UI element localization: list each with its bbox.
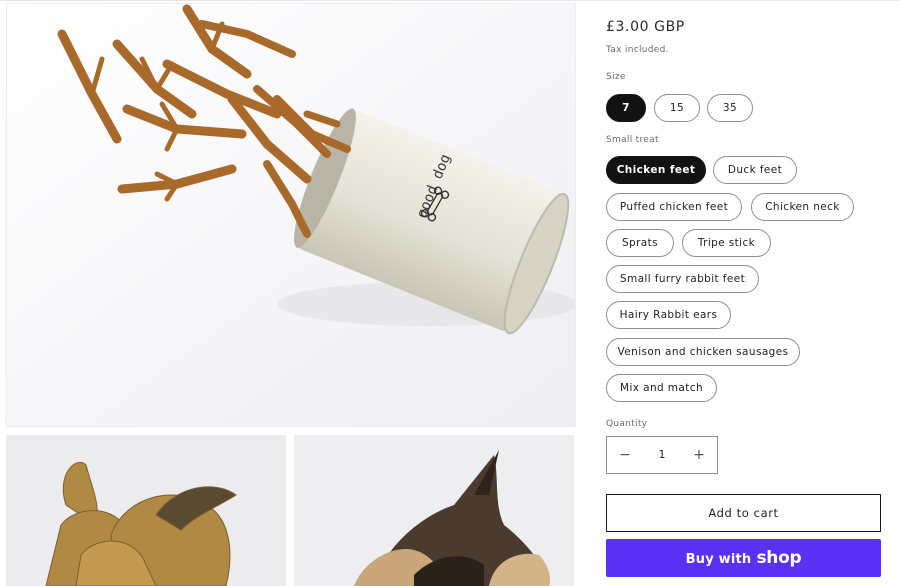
minus-icon[interactable]: − — [607, 437, 643, 473]
product-image-hairy-treat[interactable] — [294, 435, 574, 586]
treat-option-mix-and-match[interactable]: Mix and match — [606, 374, 717, 402]
product-price: £3.00 GBP — [606, 19, 685, 35]
size-option-15[interactable]: 15 — [654, 94, 700, 122]
treat-option-chicken-neck[interactable]: Chicken neck — [751, 193, 854, 221]
treat-option-chicken-feet[interactable]: Chicken feet — [606, 156, 706, 184]
product-image-rabbit-ears[interactable] — [6, 435, 286, 586]
treat-option-puffed-chicken-feet[interactable]: Puffed chicken feet — [606, 193, 742, 221]
treat-option-hairy-rabbit-ears[interactable]: Hairy Rabbit ears — [606, 301, 731, 329]
treat-option-small-furry-rabbit-feet[interactable]: Small furry rabbit feet — [606, 265, 759, 293]
top-divider — [0, 0, 900, 1]
treat-option-tripe-stick[interactable]: Tripe stick — [682, 229, 771, 257]
size-label: Size — [606, 72, 626, 82]
treat-option-sprats[interactable]: Sprats — [606, 229, 674, 257]
product-photo-can: good dog — [7, 4, 575, 426]
add-to-cart-button[interactable]: Add to cart — [606, 494, 881, 532]
small-treat-label: Small treat — [606, 135, 659, 145]
product-image-main[interactable]: good dog — [6, 3, 576, 427]
quantity-input[interactable]: 1 — [643, 437, 681, 473]
quantity-stepper: − 1 + — [606, 436, 718, 474]
size-option-7[interactable]: 7 — [606, 94, 646, 122]
shop-logo: shop — [756, 548, 802, 568]
rabbit-ears-photo — [6, 435, 286, 586]
size-option-35[interactable]: 35 — [707, 94, 753, 122]
buy-with-label: Buy with — [685, 552, 752, 567]
quantity-label: Quantity — [606, 419, 648, 429]
tax-note: Tax included. — [606, 45, 669, 55]
hairy-treat-photo — [294, 435, 574, 586]
treat-option-venison-and-chicken-sausages[interactable]: Venison and chicken sausages — [606, 338, 800, 366]
treat-option-duck-feet[interactable]: Duck feet — [713, 156, 797, 184]
buy-with-shop-button[interactable]: Buy with shop — [606, 539, 881, 577]
plus-icon[interactable]: + — [681, 437, 717, 473]
